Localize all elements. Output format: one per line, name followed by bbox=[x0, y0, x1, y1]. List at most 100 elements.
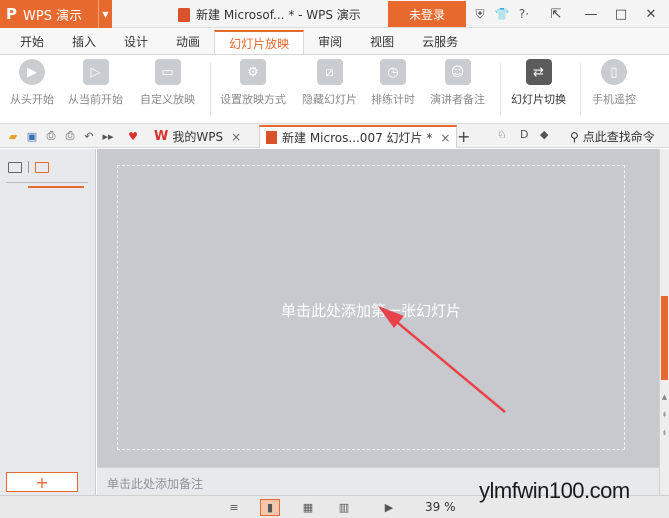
slides-pane: + bbox=[0, 149, 96, 495]
ribbon-separator bbox=[210, 63, 211, 115]
tab-home[interactable]: 开始 bbox=[6, 30, 58, 54]
wps-icon: W bbox=[154, 129, 169, 144]
search-command[interactable]: ⚲ 点此查找命令 bbox=[570, 128, 655, 145]
presentation-file-icon bbox=[178, 7, 190, 22]
more-arrow-icon[interactable]: ▸▸ bbox=[100, 128, 116, 144]
ribbon-toggle-icon[interactable]: ⇱ bbox=[541, 0, 571, 28]
add-slide-button[interactable]: + bbox=[6, 472, 78, 492]
close-icon[interactable]: × bbox=[231, 130, 241, 144]
slide-sorter-icon[interactable]: ▦ bbox=[298, 499, 318, 516]
hide-slide-button[interactable]: ⧄ 隐藏幻灯片 bbox=[302, 59, 357, 107]
presenter-notes-button[interactable]: ☺ 演讲者备注 bbox=[430, 59, 485, 107]
zoom-level[interactable]: 39 % bbox=[425, 500, 456, 514]
tab-review[interactable]: 审阅 bbox=[304, 30, 356, 54]
tab-my-wps-label: 我的WPS bbox=[172, 130, 224, 144]
tab-slideshow[interactable]: 幻灯片放映 bbox=[214, 30, 305, 54]
presentation-file-icon bbox=[266, 131, 277, 144]
undo-icon[interactable]: ↶ bbox=[81, 128, 97, 144]
scroll-up-icon[interactable]: ▲ bbox=[660, 393, 669, 401]
slide-placeholder-area[interactable]: 单击此处添加第一张幻灯片 bbox=[117, 165, 625, 450]
add-tab-button[interactable]: + bbox=[457, 127, 470, 146]
from-start-label: 从头开始 bbox=[10, 93, 54, 106]
add-first-slide-prompt[interactable]: 单击此处添加第一张幻灯片 bbox=[118, 300, 624, 321]
login-button[interactable]: 未登录 bbox=[388, 1, 466, 27]
document-title: 新建 Microsof... * - WPS 演示 bbox=[178, 6, 361, 23]
chevron-down-icon[interactable]: ▼ bbox=[98, 0, 112, 28]
pane-divider bbox=[6, 182, 88, 183]
format-painter-icon[interactable]: ♘ bbox=[497, 128, 507, 141]
scrollbar-thumb[interactable] bbox=[661, 296, 668, 380]
maximize-button[interactable]: □ bbox=[606, 0, 636, 28]
presenter-notes-label: 演讲者备注 bbox=[430, 93, 485, 106]
phone-remote-label: 手机遥控 bbox=[592, 93, 636, 106]
notes-placeholder[interactable]: 单击此处添加备注 bbox=[107, 475, 203, 492]
pane-view-tabs bbox=[8, 161, 49, 173]
tab-view[interactable]: 视图 bbox=[356, 30, 408, 54]
pane-tab-divider bbox=[28, 161, 29, 173]
tab-current-document-label: 新建 Micros...007 幻灯片 * bbox=[282, 131, 433, 145]
shape-icon[interactable]: ◆ bbox=[540, 128, 548, 141]
tab-current-document[interactable]: 新建 Micros...007 幻灯片 * × bbox=[259, 125, 458, 148]
save-icon[interactable]: ▣ bbox=[24, 128, 40, 144]
app-menu-button[interactable]: P WPS 演示 ▼ bbox=[0, 0, 112, 28]
help-icon[interactable]: ?· bbox=[514, 4, 534, 24]
slide-canvas: 单击此处添加第一张幻灯片 bbox=[97, 149, 659, 467]
setup-show-label: 设置放映方式 bbox=[220, 93, 286, 106]
page-down-icon[interactable]: ⇟ bbox=[660, 429, 669, 437]
print-icon[interactable]: ⎙ bbox=[62, 128, 78, 144]
active-view-indicator bbox=[28, 186, 84, 188]
from-current-button[interactable]: ▷ 从当前开始 bbox=[68, 59, 123, 107]
app-name: WPS 演示 bbox=[23, 8, 83, 24]
shield-icon[interactable]: ⛨ bbox=[470, 4, 490, 24]
wps-logo-icon: P bbox=[6, 5, 17, 23]
menu-bar: 开始 插入 设计 动画 幻灯片放映 审阅 视图 云服务 bbox=[0, 28, 669, 54]
ribbon: ▶ 从头开始 ▷ 从当前开始 ▭ 自定义放映 ⚙ 设置放映方式 ⧄ 隐藏幻灯片 … bbox=[0, 54, 669, 124]
sort-icon[interactable]: ≡ bbox=[224, 499, 244, 516]
rehearse-label: 排练计时 bbox=[371, 93, 415, 106]
screen-gear-icon: ⚙ bbox=[240, 59, 266, 85]
title-bar-icons: ⛨ 👕 ?· bbox=[470, 4, 534, 24]
presenter-icon: ☺ bbox=[444, 59, 471, 85]
custom-show-button[interactable]: ▭ 自定义放映 bbox=[140, 59, 195, 107]
slide-switch-label: 幻灯片切换 bbox=[511, 93, 566, 106]
outline-view-icon[interactable] bbox=[8, 161, 22, 173]
page-up-icon[interactable]: ⇞ bbox=[660, 411, 669, 419]
phone-icon: ▯ bbox=[601, 59, 627, 85]
search-command-label: 点此查找命令 bbox=[582, 130, 655, 144]
close-icon[interactable]: × bbox=[440, 131, 450, 145]
custom-show-label: 自定义放映 bbox=[140, 93, 195, 106]
search-icon: ⚲ bbox=[570, 129, 579, 144]
slide-switch-icon: ⇄ bbox=[525, 59, 552, 85]
hide-slide-icon: ⧄ bbox=[316, 59, 343, 85]
open-folder-icon[interactable]: ▰ bbox=[5, 128, 21, 144]
rehearse-button[interactable]: ◷ 排练计时 bbox=[371, 59, 415, 107]
from-start-button[interactable]: ▶ 从头开始 bbox=[10, 59, 54, 107]
print-preview-icon[interactable]: ⎙ bbox=[43, 128, 59, 144]
ribbon-separator bbox=[500, 63, 501, 115]
slide-view-icon[interactable] bbox=[35, 161, 49, 173]
close-button[interactable]: ✕ bbox=[636, 0, 666, 28]
screen-icon: ▭ bbox=[154, 59, 181, 85]
tab-cloud[interactable]: 云服务 bbox=[408, 30, 472, 54]
reading-view-icon[interactable]: ▥ bbox=[334, 499, 354, 516]
setup-show-button[interactable]: ⚙ 设置放映方式 bbox=[220, 59, 286, 107]
from-current-label: 从当前开始 bbox=[68, 93, 123, 106]
minimize-button[interactable]: — bbox=[576, 0, 606, 28]
normal-view-icon[interactable]: ▮ bbox=[260, 499, 280, 516]
hide-slide-label: 隐藏幻灯片 bbox=[302, 93, 357, 106]
slideshow-play-icon[interactable]: ▶ bbox=[379, 499, 399, 516]
tab-insert[interactable]: 插入 bbox=[58, 30, 110, 54]
vertical-scrollbar[interactable]: ▲ ⇞ ⇟ bbox=[659, 149, 669, 495]
slide-switch-button[interactable]: ⇄ 幻灯片切换 bbox=[511, 59, 566, 107]
tab-design[interactable]: 设计 bbox=[110, 30, 162, 54]
shirt-icon[interactable]: 👕 bbox=[492, 4, 512, 24]
tab-animation[interactable]: 动画 bbox=[162, 30, 214, 54]
bold-d-icon[interactable]: D bbox=[520, 128, 528, 141]
timer-icon: ◷ bbox=[380, 59, 406, 85]
phone-remote-button[interactable]: ▯ 手机遥控 bbox=[592, 59, 636, 107]
play-icon: ▶ bbox=[19, 59, 45, 85]
document-tabs-bar: ▰ ▣ ⎙ ⎙ ↶ ▸▸ ♥ W 我的WPS × 新建 Micros...007… bbox=[0, 124, 669, 148]
tab-my-wps[interactable]: W 我的WPS × bbox=[148, 125, 247, 148]
bookmark-icon[interactable]: ♥ bbox=[125, 128, 141, 144]
watermark: ylmfwin100.com bbox=[479, 478, 630, 503]
